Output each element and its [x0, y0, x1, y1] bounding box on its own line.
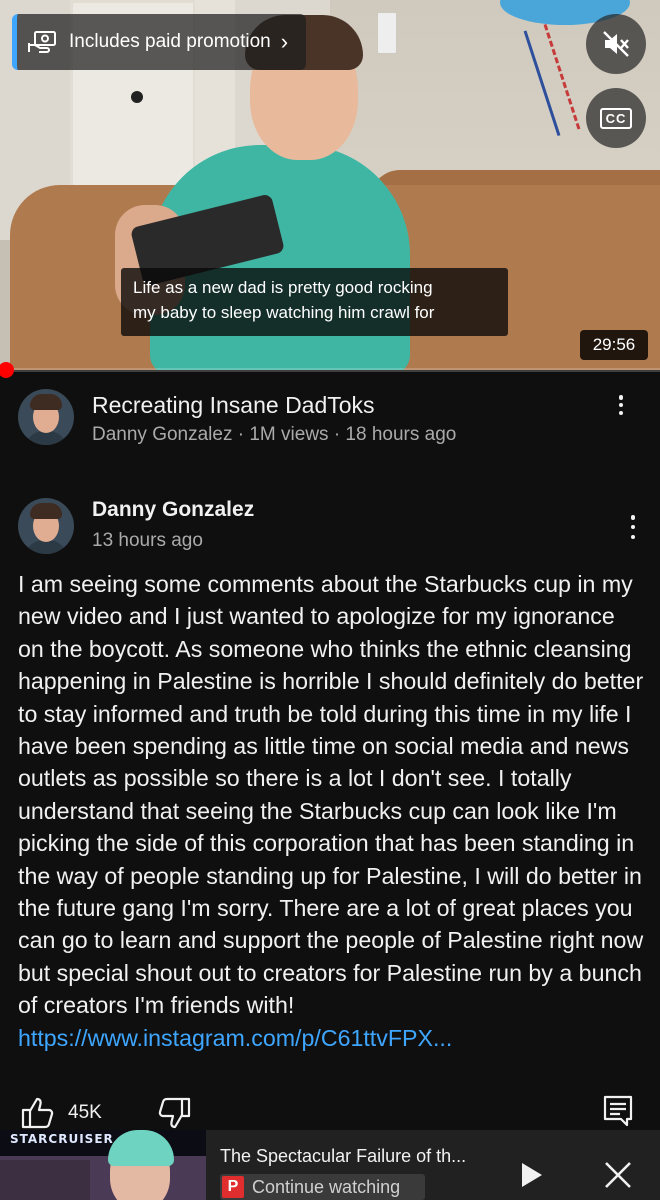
avatar-hair	[30, 503, 62, 519]
thumbnail-left-panel	[0, 1160, 90, 1200]
paid-promotion-banner[interactable]: Includes paid promotion ›	[12, 14, 306, 70]
more-dot	[630, 515, 636, 520]
mute-icon	[603, 31, 629, 57]
p-badge-icon: P	[222, 1176, 244, 1198]
post-body-text: I am seeing some comments about the Star…	[18, 571, 644, 1019]
video-frame-balloon-string	[523, 23, 581, 137]
dislike-icon[interactable]	[156, 1096, 192, 1132]
video-caption: Life as a new dad is pretty good rocking…	[121, 268, 508, 336]
progress-scrubber-handle[interactable]	[0, 362, 14, 378]
video-meta: Danny Gonzalez · 1M views · 18 hours ago	[92, 424, 457, 445]
channel-avatar[interactable]	[18, 389, 74, 445]
avatar-shirt	[24, 540, 68, 554]
video-more-options-button[interactable]	[609, 392, 633, 418]
mute-button[interactable]	[586, 14, 646, 74]
avatar-hair	[30, 394, 62, 410]
close-icon[interactable]	[603, 1160, 633, 1190]
closed-captions-icon: CC	[599, 107, 633, 129]
video-frame-light-switch	[377, 12, 397, 54]
more-dot	[618, 395, 624, 400]
paid-promotion-label: Includes paid promotion	[69, 31, 271, 52]
thumbnail-logo-text: STARCRUISER	[10, 1132, 114, 1146]
more-dot	[630, 534, 636, 539]
more-dot	[630, 524, 636, 530]
post-link[interactable]: https://www.instagram.com/p/C61ttvFPX...	[18, 1025, 452, 1051]
post-author-name[interactable]: Danny Gonzalez	[92, 498, 254, 522]
avatar-shirt	[24, 431, 68, 445]
more-dot	[618, 402, 624, 408]
video-title[interactable]: Recreating Insane DadToks	[92, 392, 375, 419]
continue-watching-badge[interactable]: P Continue watching	[220, 1174, 425, 1200]
continue-watching-label: Continue watching	[252, 1176, 401, 1197]
progress-bar[interactable]	[0, 362, 660, 378]
mini-player-thumbnail[interactable]: STARCRUISER	[0, 1130, 206, 1200]
closed-captions-button[interactable]: CC	[586, 88, 646, 148]
post-author-avatar[interactable]	[18, 498, 74, 554]
more-dot	[618, 410, 624, 415]
post-body: I am seeing some comments about the Star…	[18, 568, 646, 1054]
like-count: 45K	[68, 1102, 102, 1123]
video-frame-door-knob	[131, 91, 143, 103]
like-icon[interactable]	[20, 1094, 56, 1130]
mini-player-title[interactable]: The Spectacular Failure of th...	[220, 1146, 466, 1167]
video-duration: 29:56	[580, 330, 648, 360]
video-player[interactable]: Includes paid promotion › CC Life as a n…	[0, 0, 660, 370]
play-icon[interactable]	[518, 1160, 546, 1190]
comment-icon[interactable]	[602, 1094, 634, 1128]
caption-line-2: my baby to sleep watching him crawl for	[133, 303, 435, 322]
caption-line-1: Life as a new dad is pretty good rocking	[133, 278, 433, 297]
mini-player[interactable]: STARCRUISER The Spectacular Failure of t…	[0, 1130, 660, 1200]
post-more-options-button[interactable]	[621, 512, 645, 542]
chevron-right-icon: ›	[280, 29, 289, 54]
paid-promotion-icon	[28, 31, 56, 53]
post-timestamp: 13 hours ago	[92, 530, 203, 551]
